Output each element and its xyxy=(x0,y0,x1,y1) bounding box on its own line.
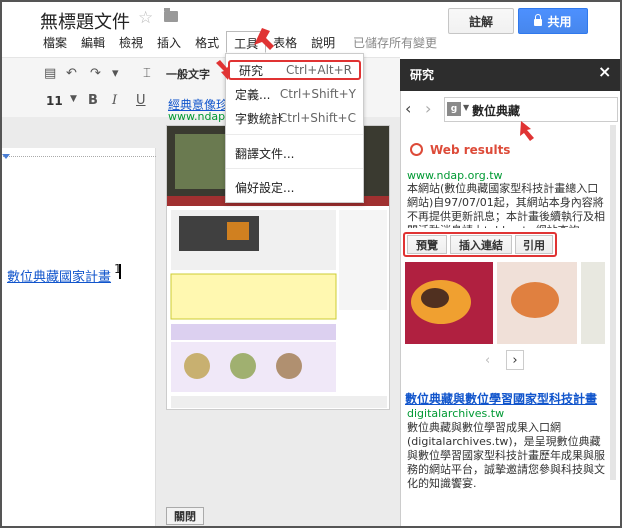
annotation-arrows xyxy=(216,28,534,141)
